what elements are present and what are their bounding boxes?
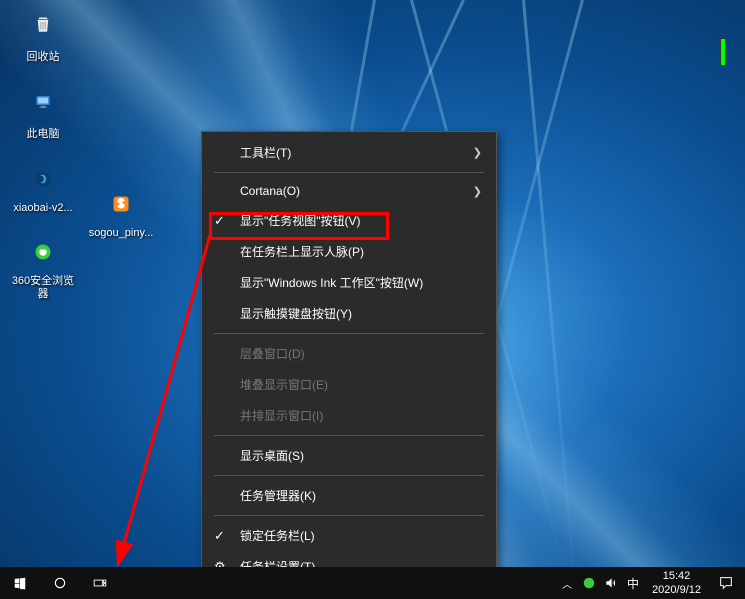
volume-icon — [604, 576, 618, 590]
menu-label: 锁定任务栏(L) — [240, 527, 315, 544]
chevron-right-icon: ❯ — [473, 185, 482, 198]
chevron-right-icon: ❯ — [473, 146, 482, 159]
shield-icon — [582, 576, 596, 590]
menu-label: 在任务栏上显示人脉(P) — [240, 243, 364, 260]
menu-separator — [214, 333, 484, 334]
tray-chevron-up[interactable]: ︿ — [556, 567, 578, 599]
notification-icon — [718, 575, 734, 591]
start-button[interactable] — [0, 567, 40, 599]
menu-show-ink[interactable]: 显示"Windows Ink 工作区"按钮(W) — [202, 267, 496, 298]
taskbar: ︿ 中 15:42 2020/9/12 — [0, 567, 745, 599]
browser-icon — [34, 243, 52, 261]
cortana-search-button[interactable] — [40, 567, 80, 599]
menu-show-taskview[interactable]: ✓ 显示"任务视图"按钮(V) — [202, 205, 496, 236]
app-icon — [34, 170, 52, 188]
menu-label: 并排显示窗口(I) — [240, 407, 323, 424]
tray-360-icon[interactable] — [578, 567, 600, 599]
menu-toolbars[interactable]: 工具栏(T) ❯ — [202, 137, 496, 168]
this-pc-icon[interactable]: 此电脑 — [8, 82, 78, 141]
menu-label: 堆叠显示窗口(E) — [240, 376, 328, 393]
menu-separator — [214, 475, 484, 476]
menu-label: Cortana(O) — [240, 184, 300, 198]
battery-indicator — [720, 38, 726, 66]
taskbar-clock[interactable]: 15:42 2020/9/12 — [644, 569, 709, 597]
chevron-up-icon: ︿ — [562, 576, 572, 591]
menu-cascade: 层叠窗口(D) — [202, 338, 496, 369]
taskview-icon — [93, 576, 107, 590]
check-icon: ✓ — [214, 528, 225, 544]
menu-lock-taskbar[interactable]: ✓ 锁定任务栏(L) — [202, 520, 496, 551]
icon-label: 回收站 — [27, 48, 60, 64]
menu-separator — [214, 435, 484, 436]
icon-label: 此电脑 — [27, 125, 60, 141]
icon-label: 360安全浏览器 — [9, 275, 77, 301]
clock-date: 2020/9/12 — [652, 583, 701, 597]
menu-label: 层叠窗口(D) — [240, 345, 305, 362]
sogou-icon[interactable]: sogou_piny... — [86, 184, 156, 239]
menu-label: 任务管理器(K) — [240, 487, 316, 504]
check-icon: ✓ — [214, 213, 225, 229]
ime-label: 中 — [627, 575, 639, 592]
menu-label: 显示桌面(S) — [240, 447, 304, 464]
icon-label: xiaobai-v2... — [13, 202, 72, 214]
sogou-app-icon — [112, 195, 130, 213]
menu-label: 显示触摸键盘按钮(Y) — [240, 305, 352, 322]
menu-cortana[interactable]: Cortana(O) ❯ — [202, 177, 496, 205]
tray-ime-icon[interactable]: 中 — [622, 567, 644, 599]
menu-label: 工具栏(T) — [240, 144, 291, 161]
taskbar-context-menu: 工具栏(T) ❯ Cortana(O) ❯ ✓ 显示"任务视图"按钮(V) 在任… — [201, 131, 497, 588]
menu-label: 显示"Windows Ink 工作区"按钮(W) — [240, 274, 423, 291]
menu-separator — [214, 172, 484, 173]
menu-stacked: 堆叠显示窗口(E) — [202, 369, 496, 400]
recycle-bin-icon[interactable]: 回收站 — [8, 5, 78, 64]
windows-icon — [13, 576, 27, 590]
menu-sidebyside: 并排显示窗口(I) — [202, 400, 496, 431]
xiaobai-icon[interactable]: xiaobai-v2... — [8, 159, 78, 214]
menu-task-manager[interactable]: 任务管理器(K) — [202, 480, 496, 511]
computer-icon — [34, 93, 52, 111]
tray-volume-icon[interactable] — [600, 567, 622, 599]
icon-label: sogou_piny... — [89, 227, 154, 239]
task-view-button[interactable] — [80, 567, 120, 599]
action-center-button[interactable] — [709, 567, 743, 599]
menu-show-people[interactable]: 在任务栏上显示人脉(P) — [202, 236, 496, 267]
menu-show-touch-keyboard[interactable]: 显示触摸键盘按钮(Y) — [202, 298, 496, 329]
menu-show-desktop[interactable]: 显示桌面(S) — [202, 440, 496, 471]
menu-label: 显示"任务视图"按钮(V) — [240, 212, 361, 229]
menu-separator — [214, 515, 484, 516]
browser360-icon[interactable]: 360安全浏览器 — [8, 232, 78, 301]
circle-icon — [53, 576, 67, 590]
trash-icon — [34, 16, 52, 34]
clock-time: 15:42 — [652, 569, 701, 583]
